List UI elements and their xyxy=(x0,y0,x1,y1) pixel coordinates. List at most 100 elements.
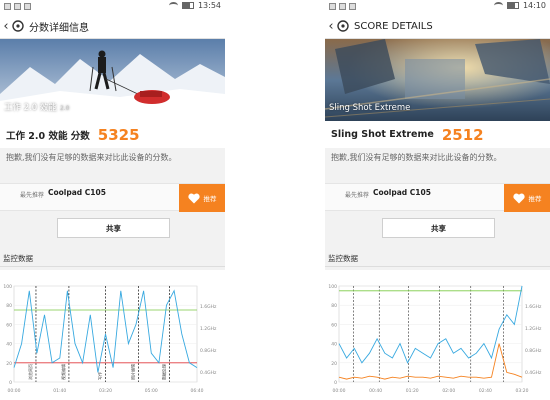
info-text: 抱歉,我们没有足够的数据来对比此设备的分数。 xyxy=(331,153,502,162)
monitor-title: 监控数据 xyxy=(3,254,33,263)
divider xyxy=(0,266,225,267)
notification-icon xyxy=(4,3,11,10)
notification-icon xyxy=(329,3,336,10)
y-left-tick-label: 40 xyxy=(6,342,12,348)
3dmark-logo-icon xyxy=(337,20,349,32)
back-arrow-icon[interactable]: ‹ xyxy=(0,14,12,39)
benchmark-hero-image: 工作 2.0 效能 2.0 xyxy=(0,39,225,121)
notification-icons xyxy=(329,3,356,10)
status-time: 14:10 xyxy=(522,1,546,10)
wifi-icon xyxy=(168,2,178,9)
x-tick-label: 03:20 xyxy=(99,388,112,394)
heart-icon xyxy=(187,193,200,203)
recommend-button[interactable]: 推荐 xyxy=(179,184,225,212)
y-right-tick-label: 0.8GHz xyxy=(525,348,542,354)
device-name: Coolpad C105 xyxy=(48,188,106,197)
x-tick-label: 05:00 xyxy=(145,388,158,394)
notification-icon xyxy=(339,3,346,10)
y-right-tick-label: 0.4GHz xyxy=(525,370,542,376)
y-left-tick-label: 20 xyxy=(331,361,337,367)
device-label: 最先推荐 xyxy=(20,192,45,199)
x-tick-label: 06:40 xyxy=(191,388,204,394)
phone-screen-left: 13:54 ‹ 分数详细信息 工作 2.0 效能 2.0 工作 2.0 效能 分… xyxy=(0,0,225,400)
page-title: SCORE DETAILS xyxy=(354,20,433,32)
y-right-tick-label: 1.2GHz xyxy=(200,326,217,332)
y-right-tick-label: 0.8GHz xyxy=(200,348,217,354)
battery-icon xyxy=(506,2,519,9)
back-arrow-icon[interactable]: ‹ xyxy=(325,14,337,39)
device-label: 最先推荐 xyxy=(345,192,370,199)
score-name: 工作 2.0 效能 分数 xyxy=(6,130,90,142)
score-value: 5325 xyxy=(97,125,140,144)
event-label: 视频编辑 xyxy=(60,364,66,380)
page-title: 分数详细信息 xyxy=(29,22,89,34)
share-button[interactable]: 共享 xyxy=(382,218,495,238)
monitoring-chart-svg: 100 80 60 40 20 0 1.6GHz 1.2GHz 0.8GHz 0.4GHz 00:0… xyxy=(328,284,542,394)
x-tick-label: 00:00 xyxy=(333,388,346,394)
x-tick-label: 01:20 xyxy=(406,388,419,394)
x-tick-label: 00:00 xyxy=(8,388,21,394)
app-bar: ‹ SCORE DETAILS xyxy=(325,14,550,39)
y-left-tick-label: 80 xyxy=(331,303,337,309)
monitoring-chart-svg: 100 80 60 40 20 0 1.6GHz 1.2GHz 0.8GHz 0.4GHz 00:0… xyxy=(3,284,217,394)
plot-area xyxy=(338,285,523,383)
y-left-tick-label: 0 xyxy=(334,380,337,386)
monitoring-chart: 100 80 60 40 20 0 1.6GHz 1.2GHz 0.8GHz 0.4GHz 00:0… xyxy=(0,270,225,400)
y-left-tick-label: 0 xyxy=(9,380,12,386)
y-left-tick-label: 20 xyxy=(6,361,12,367)
divider xyxy=(325,266,550,267)
status-time: 13:54 xyxy=(197,1,221,10)
device-row[interactable]: 最先推荐 Coolpad C105 推荐 xyxy=(0,183,225,212)
y-left-tick-label: 60 xyxy=(331,322,337,328)
y-left-tick-label: 100 xyxy=(328,284,337,290)
app-bar: ‹ 分数详细信息 xyxy=(0,14,225,39)
x-tick-label: 00:40 xyxy=(369,388,382,394)
recommend-label: 推荐 xyxy=(528,195,542,203)
notification-icon xyxy=(349,3,356,10)
hero-label: Sling Shot Extreme xyxy=(329,103,413,113)
info-text: 抱歉,我们没有足够的数据来对比此设备的分数。 xyxy=(6,153,177,162)
device-name: Coolpad C105 xyxy=(373,188,431,197)
share-button[interactable]: 共享 xyxy=(57,218,170,238)
recommend-label: 推荐 xyxy=(203,195,217,203)
wifi-icon xyxy=(493,2,503,9)
heart-icon xyxy=(512,193,525,203)
event-label: 写作 xyxy=(97,372,103,380)
hero-label: 工作 2.0 效能 2.0 xyxy=(4,101,69,113)
y-left-tick-label: 80 xyxy=(6,303,12,309)
device-row[interactable]: 最先推荐 Coolpad C105 推荐 xyxy=(325,183,550,212)
hero-label-text: Sling Shot Extreme xyxy=(329,103,411,113)
status-bar: 13:54 xyxy=(0,0,225,14)
recommend-button[interactable]: 推荐 xyxy=(504,184,550,212)
3dmark-logo-icon xyxy=(12,20,24,32)
status-bar: 14:10 xyxy=(325,0,550,14)
benchmark-hero-image: Sling Shot Extreme xyxy=(325,39,550,121)
battery-icon xyxy=(181,2,194,9)
score-value: 2512 xyxy=(441,125,484,144)
y-right-tick-label: 0.4GHz xyxy=(200,370,217,376)
notification-icon xyxy=(14,3,21,10)
score-row: Sling Shot Extreme 2512 xyxy=(325,121,550,148)
y-left-tick-label: 60 xyxy=(6,322,12,328)
x-tick-label: 03:20 xyxy=(516,388,529,394)
notification-icon xyxy=(24,3,31,10)
y-left-tick-label: 40 xyxy=(331,342,337,348)
notification-icons xyxy=(4,3,31,10)
hero-sublabel: 2.0 xyxy=(59,105,70,112)
event-label: 照片编辑 xyxy=(129,364,135,380)
x-tick-label: 01:40 xyxy=(53,388,66,394)
hero-label-text: 工作 2.0 效能 xyxy=(4,103,57,113)
y-left-tick-label: 100 xyxy=(3,284,12,290)
event-label: 浏览网页 xyxy=(27,364,33,380)
y-right-tick-label: 1.6GHz xyxy=(200,304,217,310)
monitor-title: 监控数据 xyxy=(328,254,358,263)
y-right-tick-label: 1.6GHz xyxy=(525,304,542,310)
phone-screen-right: 14:10 ‹ SCORE DETAILS Sling Shot Extreme… xyxy=(325,0,550,400)
x-tick-label: 02:40 xyxy=(479,388,492,394)
event-label: 数据处理 xyxy=(161,364,167,380)
y-right-tick-label: 1.2GHz xyxy=(525,326,542,332)
x-tick-label: 02:00 xyxy=(442,388,455,394)
score-row: 工作 2.0 效能 分数 5325 xyxy=(0,121,225,148)
score-name: Sling Shot Extreme xyxy=(331,129,434,140)
monitoring-chart: 100 80 60 40 20 0 1.6GHz 1.2GHz 0.8GHz 0.4GHz 00:0… xyxy=(325,270,550,400)
